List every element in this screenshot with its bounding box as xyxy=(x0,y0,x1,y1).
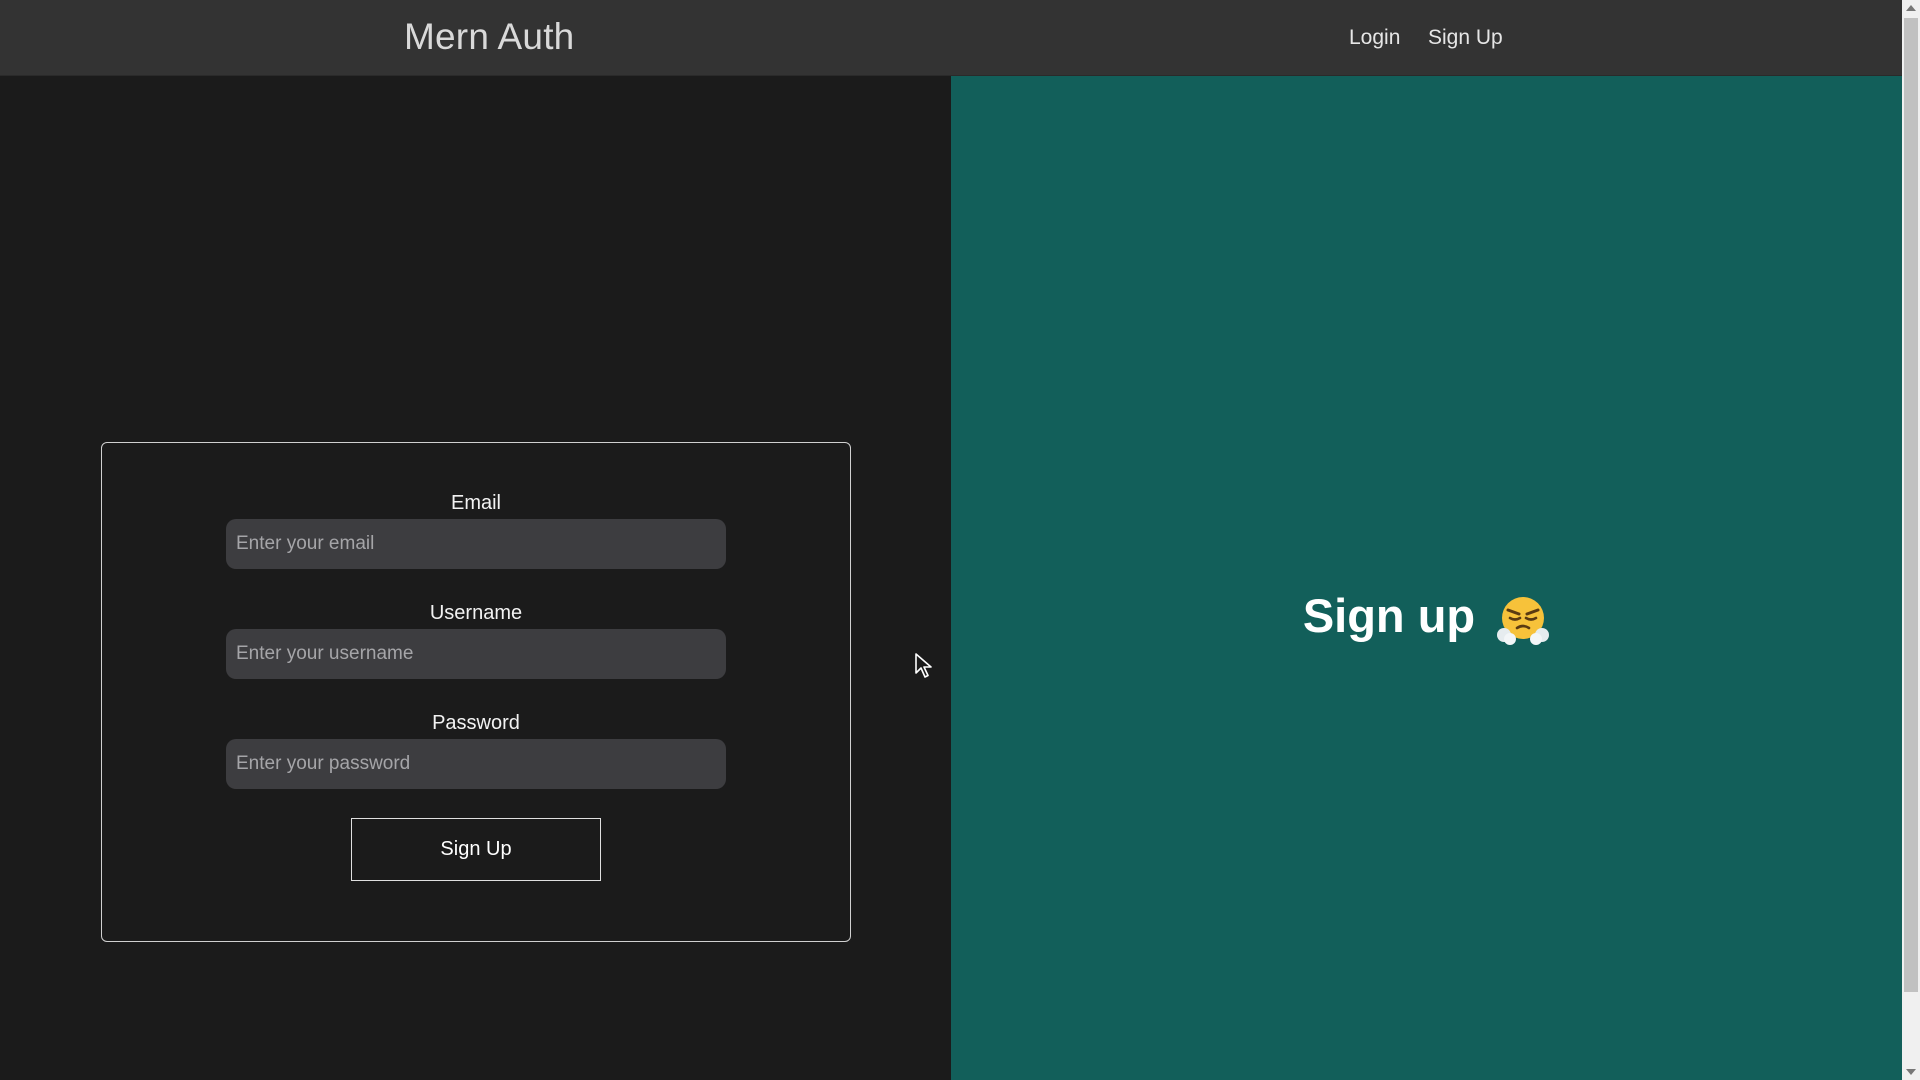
username-field-group: Username xyxy=(226,602,726,679)
password-label: Password xyxy=(432,712,520,734)
email-field-group: Email xyxy=(226,492,726,569)
password-input[interactable] xyxy=(226,739,726,789)
email-input[interactable] xyxy=(226,519,726,569)
username-label: Username xyxy=(429,602,523,624)
hero-heading: Sign up xyxy=(951,588,1902,647)
scroll-down-arrow-icon[interactable] xyxy=(1906,1069,1916,1075)
face-with-steam-from-nose-icon xyxy=(1497,596,1550,645)
email-label: Email xyxy=(450,492,501,514)
brand-title[interactable]: Mern Auth xyxy=(404,16,574,58)
password-field-group: Password xyxy=(226,712,726,789)
page: Mern Auth Login Sign Up Email Username P… xyxy=(0,0,1920,1080)
hero-pane: Sign up xyxy=(951,76,1902,1080)
hero-text: Sign up xyxy=(1302,589,1476,642)
nav-login-link[interactable]: Login xyxy=(1349,26,1400,50)
mouse-cursor-icon xyxy=(915,653,932,678)
vertical-scrollbar[interactable] xyxy=(1902,0,1920,1080)
scroll-up-arrow-icon[interactable] xyxy=(1906,5,1916,11)
scrollbar-thumb[interactable] xyxy=(1904,18,1918,992)
username-input[interactable] xyxy=(226,629,726,679)
nav-signup-link[interactable]: Sign Up xyxy=(1428,26,1503,50)
signup-submit-button[interactable]: Sign Up xyxy=(351,818,601,881)
signup-form: Email Username Password Sign Up xyxy=(101,442,851,942)
navbar: Mern Auth Login Sign Up xyxy=(0,0,1902,76)
form-pane: Email Username Password Sign Up xyxy=(0,76,951,1080)
